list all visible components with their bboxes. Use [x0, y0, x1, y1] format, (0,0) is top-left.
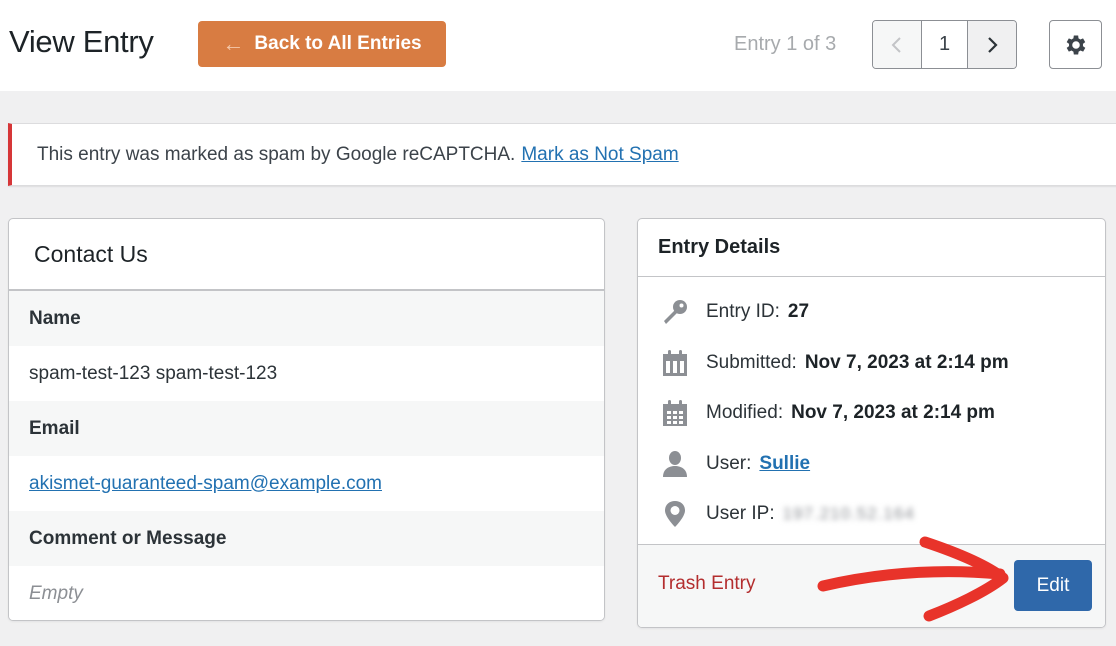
email-link[interactable]: akismet-guaranteed-spam@example.com	[29, 473, 382, 495]
entry-id-value: 27	[787, 301, 810, 323]
detail-row-modified: Modified: Nov 7, 2023 at 2:14 pm	[638, 388, 1105, 439]
edit-button[interactable]: Edit	[1014, 560, 1092, 611]
user-label: User:	[706, 452, 752, 474]
mark-as-not-spam-link[interactable]: Mark as Not Spam	[521, 144, 678, 166]
chevron-left-icon	[891, 36, 901, 53]
current-page-number[interactable]: 1	[922, 21, 968, 68]
field-value-comment: Empty	[9, 566, 604, 620]
settings-button[interactable]	[1049, 20, 1102, 69]
back-button-label: Back to All Entries	[254, 33, 422, 54]
back-to-all-entries-button[interactable]: ← Back to All Entries	[198, 21, 446, 67]
submitted-value: Nov 7, 2023 at 2:14 pm	[804, 351, 1009, 373]
field-value-email: akismet-guaranteed-spam@example.com	[9, 456, 604, 511]
entry-details-card: Entry Details Entry ID: 27 Submitted: No…	[637, 218, 1106, 628]
detail-row-entry-id: Entry ID: 27	[638, 287, 1105, 338]
form-entry-card: Contact Us Name spam-test-123 spam-test-…	[8, 218, 605, 621]
gear-icon	[1066, 34, 1085, 55]
user-ip-label: User IP:	[706, 503, 775, 525]
form-title: Contact Us	[9, 219, 604, 291]
detail-row-submitted: Submitted: Nov 7, 2023 at 2:14 pm	[638, 338, 1105, 389]
previous-entry-button[interactable]	[873, 21, 922, 68]
user-icon	[658, 447, 692, 481]
spam-notice-message: This entry was marked as spam by Google …	[37, 143, 516, 165]
next-entry-button[interactable]	[968, 21, 1016, 68]
detail-row-user: User: Sullie	[638, 439, 1105, 490]
entry-pagination: 1	[872, 20, 1017, 69]
modified-value: Nov 7, 2023 at 2:14 pm	[791, 402, 995, 424]
calendar-grid-icon	[658, 396, 692, 430]
user-link[interactable]: Sullie	[759, 453, 810, 475]
entry-details-list: Entry ID: 27 Submitted: Nov 7, 2023 at 2…	[638, 277, 1105, 545]
key-icon	[658, 295, 692, 329]
top-bar: View Entry ← Back to All Entries Entry 1…	[0, 0, 1116, 91]
submitted-label: Submitted:	[706, 351, 797, 373]
entry-count: Entry 1 of 3	[734, 33, 837, 55]
trash-entry-link[interactable]: Trash Entry	[658, 573, 756, 595]
entry-actions: Trash Entry Edit	[638, 544, 1105, 627]
entry-id-label: Entry ID:	[706, 301, 780, 323]
location-pin-icon	[658, 497, 692, 531]
page-title: View Entry	[9, 24, 154, 59]
modified-label: Modified:	[706, 402, 784, 424]
field-label-comment: Comment or Message	[9, 511, 604, 566]
field-label-email: Email	[9, 401, 604, 456]
detail-row-user-ip: User IP: 197.210.52.164	[638, 489, 1105, 540]
spam-notice: This entry was marked as spam by Google …	[8, 123, 1116, 186]
entry-details-title: Entry Details	[638, 219, 1105, 277]
user-ip-value: 197.210.52.164	[782, 504, 915, 524]
arrow-left-icon: ←	[222, 31, 245, 56]
chevron-right-icon	[988, 36, 998, 53]
calendar-icon	[658, 346, 692, 380]
field-label-name: Name	[9, 291, 604, 346]
field-value-name: spam-test-123 spam-test-123	[9, 346, 604, 401]
